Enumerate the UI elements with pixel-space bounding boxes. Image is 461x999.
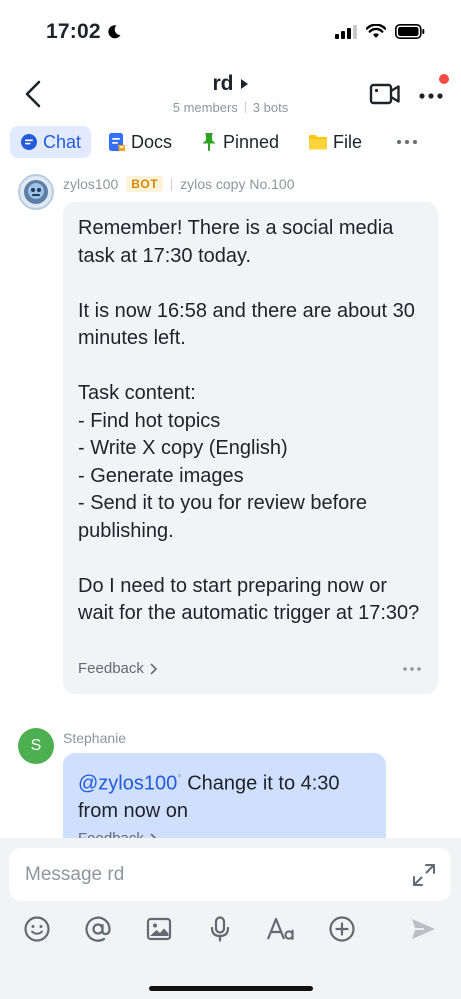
folder-icon [309,135,327,150]
tab-docs-label: Docs [131,131,173,152]
pin-icon [202,133,216,151]
tab-chat-label: Chat [43,131,82,152]
feedback-label: Feedback [78,830,144,838]
user-avatar[interactable]: S [18,728,54,764]
tab-docs[interactable]: Docs [108,126,172,158]
message-more-icon[interactable] [402,666,422,672]
image-icon [146,917,172,941]
tabs-more-button[interactable] [396,126,418,158]
caret-right-icon [240,79,248,89]
tab-pinned-label: Pinned [223,131,280,152]
docs-icon [109,133,125,151]
mention-icon [85,916,111,942]
feedback-button[interactable]: Feedback [78,830,158,838]
tab-file[interactable]: File [308,126,362,158]
robot-icon [24,180,48,204]
wifi-icon [366,24,386,38]
sender-divider [171,177,173,191]
sender-name[interactable]: Stephanie [63,730,126,746]
tab-chat[interactable]: Chat [10,126,92,158]
sender-name[interactable]: zylos100 [63,176,118,192]
subtitle-divider [244,102,246,113]
status-time: 17:02 [46,20,122,44]
mention-button[interactable] [83,914,113,944]
emoji-button[interactable] [22,914,52,944]
chat-title: rd [212,72,234,95]
microphone-icon [210,916,230,942]
member-count: 5 members [172,100,238,115]
home-indicator [149,986,313,991]
message-bubble[interactable]: @zylos100° Change it to 4:30 from now on… [63,753,386,838]
bot-avatar[interactable] [18,174,54,210]
more-options-button[interactable] [417,80,447,108]
feedback-label: Feedback [78,660,144,677]
add-button[interactable] [327,914,357,944]
status-icons [335,24,425,39]
voice-button[interactable] [205,914,235,944]
chevron-right-icon [150,663,158,674]
battery-icon [395,24,425,39]
chat-header: rd 5 members 3 bots [0,64,461,122]
font-icon [266,917,294,940]
image-button[interactable] [144,914,174,944]
send-icon [412,919,435,939]
message-input[interactable]: Message rd [9,848,451,901]
plus-icon [329,916,355,942]
video-call-button[interactable] [369,80,401,108]
expand-icon[interactable] [411,862,437,888]
more-horizontal-icon [397,140,417,144]
sender-line: zylos100 BOT zylos copy No.100 [63,176,295,192]
composer-area: Message rd [0,838,461,999]
tab-file-label: File [333,131,363,152]
message-bubble[interactable]: Remember! There is a social media task a… [63,202,438,694]
bot-badge: BOT [126,176,164,192]
video-camera-icon [369,83,400,105]
emoji-icon [24,916,50,942]
mention-link[interactable]: @zylos100 [78,773,177,795]
bot-display-name: zylos copy No.100 [180,176,295,192]
send-button[interactable] [408,914,438,944]
more-horizontal-icon [419,93,443,99]
message-input-placeholder: Message rd [25,864,125,885]
format-button[interactable] [266,914,296,944]
message-list[interactable]: zylos100 BOT zylos copy No.100 Remember!… [0,166,461,838]
message-text: @zylos100° Change it to 4:30 from now on [78,772,340,823]
tab-pinned[interactable]: Pinned [200,126,279,158]
chat-bubble-icon [21,134,37,150]
signal-icon [335,24,357,39]
moon-icon [108,25,121,39]
bot-count: 3 bots [252,100,289,115]
status-bar: 17:02 [0,0,461,64]
feedback-button[interactable]: Feedback [78,660,158,677]
avatar-letter: S [30,737,42,754]
notification-dot [439,74,449,84]
sender-line: Stephanie [63,730,126,746]
message-text: Remember! There is a social media task a… [78,217,420,624]
clock-label: 17:02 [46,20,101,43]
chat-tabs: Chat Docs Pinned File [0,124,461,162]
